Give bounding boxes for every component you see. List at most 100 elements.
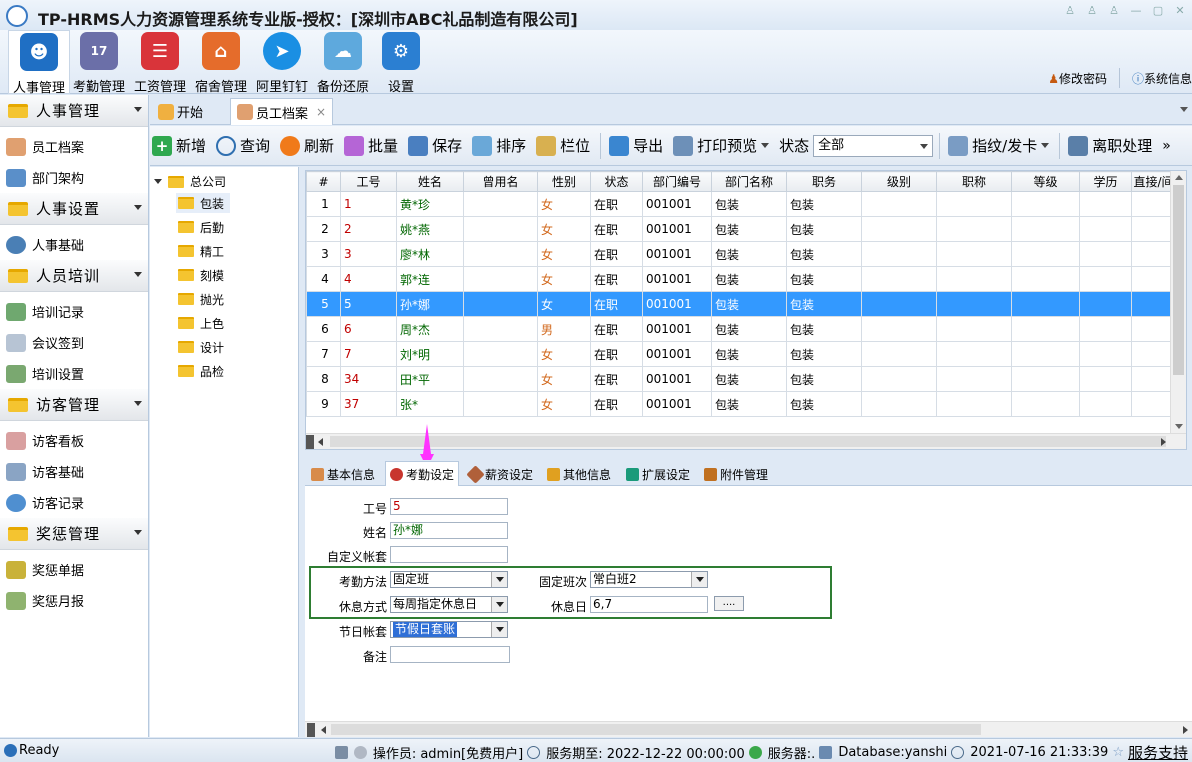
rest-day-field[interactable]: 6,7: [590, 596, 708, 613]
nav-item-training-record[interactable]: 培训记录: [0, 296, 148, 327]
columns-button[interactable]: 栏位: [536, 135, 590, 156]
ribbon-backup-button[interactable]: ☁ 备份还原: [312, 30, 374, 95]
scroll-right-icon[interactable]: [1183, 726, 1188, 734]
chevron-down-icon[interactable]: [691, 572, 707, 587]
scroll-left-icon[interactable]: [321, 726, 326, 734]
scroll-thumb[interactable]: [330, 436, 1166, 447]
emp-no-field[interactable]: 5: [390, 498, 508, 515]
column-header[interactable]: 职务: [786, 171, 862, 192]
new-button[interactable]: + 新增: [152, 135, 206, 156]
ribbon-dingtalk-button[interactable]: ➤ 阿里钉钉: [251, 30, 313, 95]
tree-node[interactable]: 刻模: [176, 265, 230, 285]
tab-basic-info[interactable]: 基本信息: [307, 462, 379, 486]
ribbon-hr-button[interactable]: ☻ 人事管理: [8, 30, 70, 96]
nav-group-reward[interactable]: 奖惩管理: [0, 518, 148, 550]
nav-item-visitor-record[interactable]: 访客记录: [0, 487, 148, 518]
resign-button[interactable]: 离职处理: [1068, 135, 1152, 156]
tab-other-info[interactable]: 其他信息: [543, 462, 615, 486]
column-header[interactable]: 等级: [1011, 171, 1080, 192]
nav-item-visitor-board[interactable]: 访客看板: [0, 425, 148, 456]
column-header[interactable]: 性别: [537, 171, 591, 192]
expand-icon[interactable]: [154, 179, 162, 184]
chevron-down-icon[interactable]: [491, 622, 507, 637]
tab-attendance-settings[interactable]: 考勤设定: [385, 461, 460, 486]
column-header[interactable]: 职称: [936, 171, 1012, 192]
nav-group-visitor[interactable]: 访客管理: [0, 389, 148, 421]
print-preview-button[interactable]: 打印预览: [673, 135, 770, 156]
table-row[interactable]: 1 1 黄*珍 女 在职 001001 包装 包装: [306, 191, 1176, 217]
minimize-icon[interactable]: —: [1128, 4, 1144, 18]
nav-item-training-settings[interactable]: 培训设置: [0, 358, 148, 389]
tree-node[interactable]: 后勤: [176, 217, 230, 237]
column-header[interactable]: 部门名称: [711, 171, 787, 192]
system-info-link[interactable]: ⓘ系统信息: [1132, 70, 1192, 87]
nav-group-training[interactable]: 人员培训: [0, 260, 148, 292]
column-header[interactable]: 级别: [861, 171, 937, 192]
fixed-shift-select[interactable]: 常白班2: [590, 571, 708, 588]
table-row-selected[interactable]: 5 5 孙*娜 女 在职 001001 包装 包装: [306, 291, 1176, 317]
ribbon-attendance-button[interactable]: 17 考勤管理: [68, 30, 130, 95]
tab-salary-settings[interactable]: 薪资设定: [465, 462, 537, 486]
refresh-button[interactable]: 刷新: [280, 135, 334, 156]
table-row[interactable]: 2 2 姚*燕 女 在职 001001 包装 包装: [306, 216, 1176, 242]
scroll-thumb[interactable]: [1173, 185, 1184, 375]
column-header[interactable]: #: [306, 171, 341, 192]
skin-icon[interactable]: ♙: [1062, 4, 1078, 18]
rest-mode-select[interactable]: 每周指定休息日: [390, 596, 508, 613]
nav-item-reward-doc[interactable]: 奖惩单据: [0, 554, 148, 585]
grid-horizontal-scrollbar[interactable]: [306, 433, 1186, 449]
remark-field[interactable]: [390, 646, 510, 663]
fingerprint-button[interactable]: 指纹/发卡: [948, 135, 1050, 156]
column-header[interactable]: 状态: [590, 171, 643, 192]
custom-account-field[interactable]: [390, 546, 508, 563]
export-button[interactable]: 导出: [609, 135, 663, 156]
tree-node[interactable]: 精工: [176, 241, 230, 261]
scroll-left-icon[interactable]: [318, 438, 323, 446]
holiday-account-select[interactable]: 节假日套账: [390, 621, 508, 638]
table-row[interactable]: 7 7 刘*明 女 在职 001001 包装 包装: [306, 341, 1176, 367]
nav-item-meeting-signin[interactable]: 会议签到: [0, 327, 148, 358]
scroll-right-icon[interactable]: [1161, 438, 1166, 446]
table-row[interactable]: 6 6 周*杰 男 在职 001001 包装 包装: [306, 316, 1176, 342]
column-header[interactable]: 学历: [1079, 171, 1132, 192]
tabs-dropdown-icon[interactable]: [1180, 107, 1188, 112]
scroll-down-icon[interactable]: [1175, 424, 1183, 429]
nav-item-visitor-basic[interactable]: 访客基础: [0, 456, 148, 487]
tree-node[interactable]: 品检: [176, 361, 230, 381]
tree-node[interactable]: 抛光: [176, 289, 230, 309]
batch-button[interactable]: 批量: [344, 135, 398, 156]
scroll-thumb[interactable]: [331, 724, 981, 735]
column-header[interactable]: 直接/间: [1131, 171, 1176, 192]
query-button[interactable]: 查询: [216, 135, 270, 156]
tree-node[interactable]: 上色: [176, 313, 230, 333]
skin-icon-3[interactable]: ♙: [1106, 4, 1122, 18]
nav-group-hr-settings[interactable]: 人事设置: [0, 193, 148, 225]
form-horizontal-scrollbar[interactable]: [305, 721, 1192, 737]
tab-attachments[interactable]: 附件管理: [700, 462, 772, 486]
tab-extended-settings[interactable]: 扩展设定: [622, 462, 694, 486]
nav-item-reward-month[interactable]: 奖惩月报: [0, 585, 148, 616]
ribbon-payroll-button[interactable]: ☰ 工资管理: [129, 30, 191, 95]
table-row[interactable]: 4 4 郭*连 女 在职 001001 包装 包装: [306, 266, 1176, 292]
sort-button[interactable]: 排序: [472, 135, 526, 156]
tree-node[interactable]: 包装: [176, 193, 231, 213]
status-filter-select[interactable]: 全部: [813, 134, 934, 157]
skin-icon-2[interactable]: ♙: [1084, 4, 1100, 18]
nav-group-hr[interactable]: 人事管理: [0, 95, 148, 127]
column-header[interactable]: 姓名: [396, 171, 464, 192]
table-row[interactable]: 3 3 廖*林 女 在职 001001 包装 包装: [306, 241, 1176, 267]
tree-node[interactable]: 设计: [176, 337, 230, 357]
column-header[interactable]: 曾用名: [463, 171, 538, 192]
column-header[interactable]: 部门编号: [642, 171, 712, 192]
support-link[interactable]: 服务支持: [1128, 742, 1188, 762]
nav-item-employee-archive[interactable]: 员工档案: [0, 131, 148, 162]
rest-day-picker-button[interactable]: ....: [714, 596, 744, 611]
toolbar-overflow-icon[interactable]: »: [1162, 138, 1171, 154]
scroll-up-icon[interactable]: [1175, 175, 1183, 180]
nav-item-department[interactable]: 部门架构: [0, 162, 148, 193]
name-field[interactable]: 孙*娜: [390, 522, 508, 539]
grid-vertical-scrollbar[interactable]: [1170, 171, 1186, 433]
table-row[interactable]: 8 34 田*平 女 在职 001001 包装 包装: [306, 366, 1176, 392]
tab-employee-archive[interactable]: 员工档案 ×: [230, 98, 334, 125]
nav-item-hr-basic[interactable]: 人事基础: [0, 229, 148, 260]
